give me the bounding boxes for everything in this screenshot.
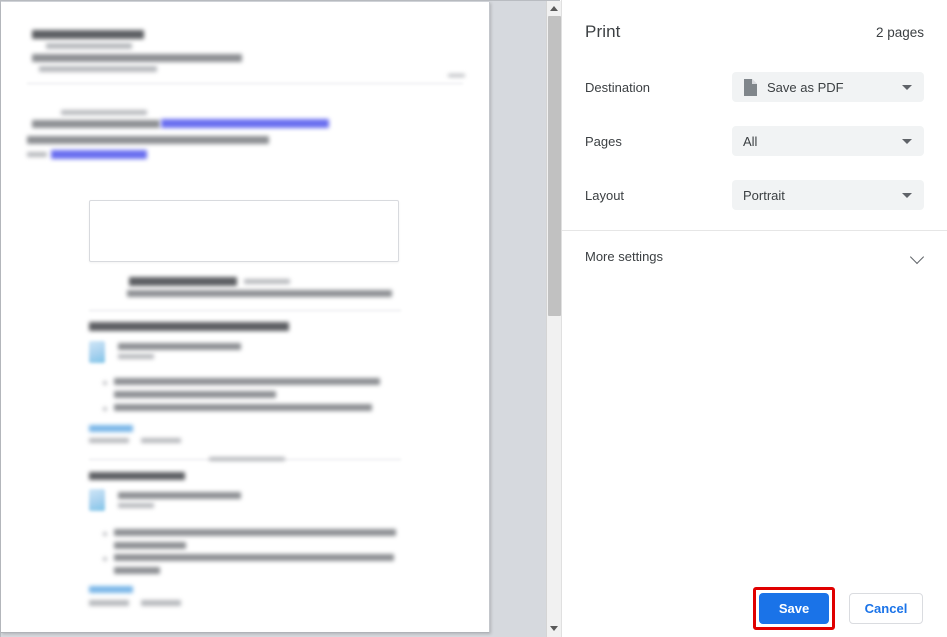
chevron-down-icon xyxy=(911,250,924,263)
setting-row-layout: Layout Portrait xyxy=(562,180,947,210)
print-settings-panel: Print 2 pages Destination Save as PDF Pa xyxy=(561,0,947,637)
setting-row-destination: Destination Save as PDF xyxy=(562,72,947,102)
destination-value: Save as PDF xyxy=(767,79,844,95)
preview-scrollbar[interactable] xyxy=(546,1,561,637)
pages-label: Pages xyxy=(585,133,622,149)
scrollbar-up-arrow-icon[interactable] xyxy=(547,1,561,16)
dialog-footer: Save Cancel xyxy=(561,579,947,637)
print-preview-area xyxy=(0,0,561,637)
save-button[interactable]: Save xyxy=(759,592,829,624)
layout-select[interactable]: Portrait xyxy=(732,180,924,210)
layout-label: Layout xyxy=(585,187,625,203)
page-title: Print xyxy=(585,22,621,41)
more-settings-label: More settings xyxy=(585,248,664,264)
panel-divider xyxy=(562,230,947,231)
save-button-highlight: Save xyxy=(753,586,835,630)
panel-header: Print 2 pages xyxy=(562,0,947,64)
scrollbar-thumb[interactable] xyxy=(548,16,561,316)
pages-select[interactable]: All xyxy=(732,126,924,156)
destination-label: Destination xyxy=(585,79,651,95)
scrollbar-down-arrow-icon[interactable] xyxy=(547,621,561,636)
print-dialog-window: Print 2 pages Destination Save as PDF Pa xyxy=(0,0,947,637)
setting-row-pages: Pages All xyxy=(562,126,947,156)
layout-value: Portrait xyxy=(743,187,785,203)
caret-down-icon xyxy=(902,139,912,144)
pages-value: All xyxy=(743,133,758,149)
document-page-preview xyxy=(1,2,490,633)
caret-down-icon xyxy=(902,193,912,198)
caret-down-icon xyxy=(902,85,912,90)
pdf-document-icon xyxy=(743,78,757,96)
cancel-button[interactable]: Cancel xyxy=(849,592,923,624)
more-settings-toggle[interactable]: More settings xyxy=(562,240,947,272)
page-count-label: 2 pages xyxy=(875,24,924,40)
destination-select[interactable]: Save as PDF xyxy=(732,72,924,102)
